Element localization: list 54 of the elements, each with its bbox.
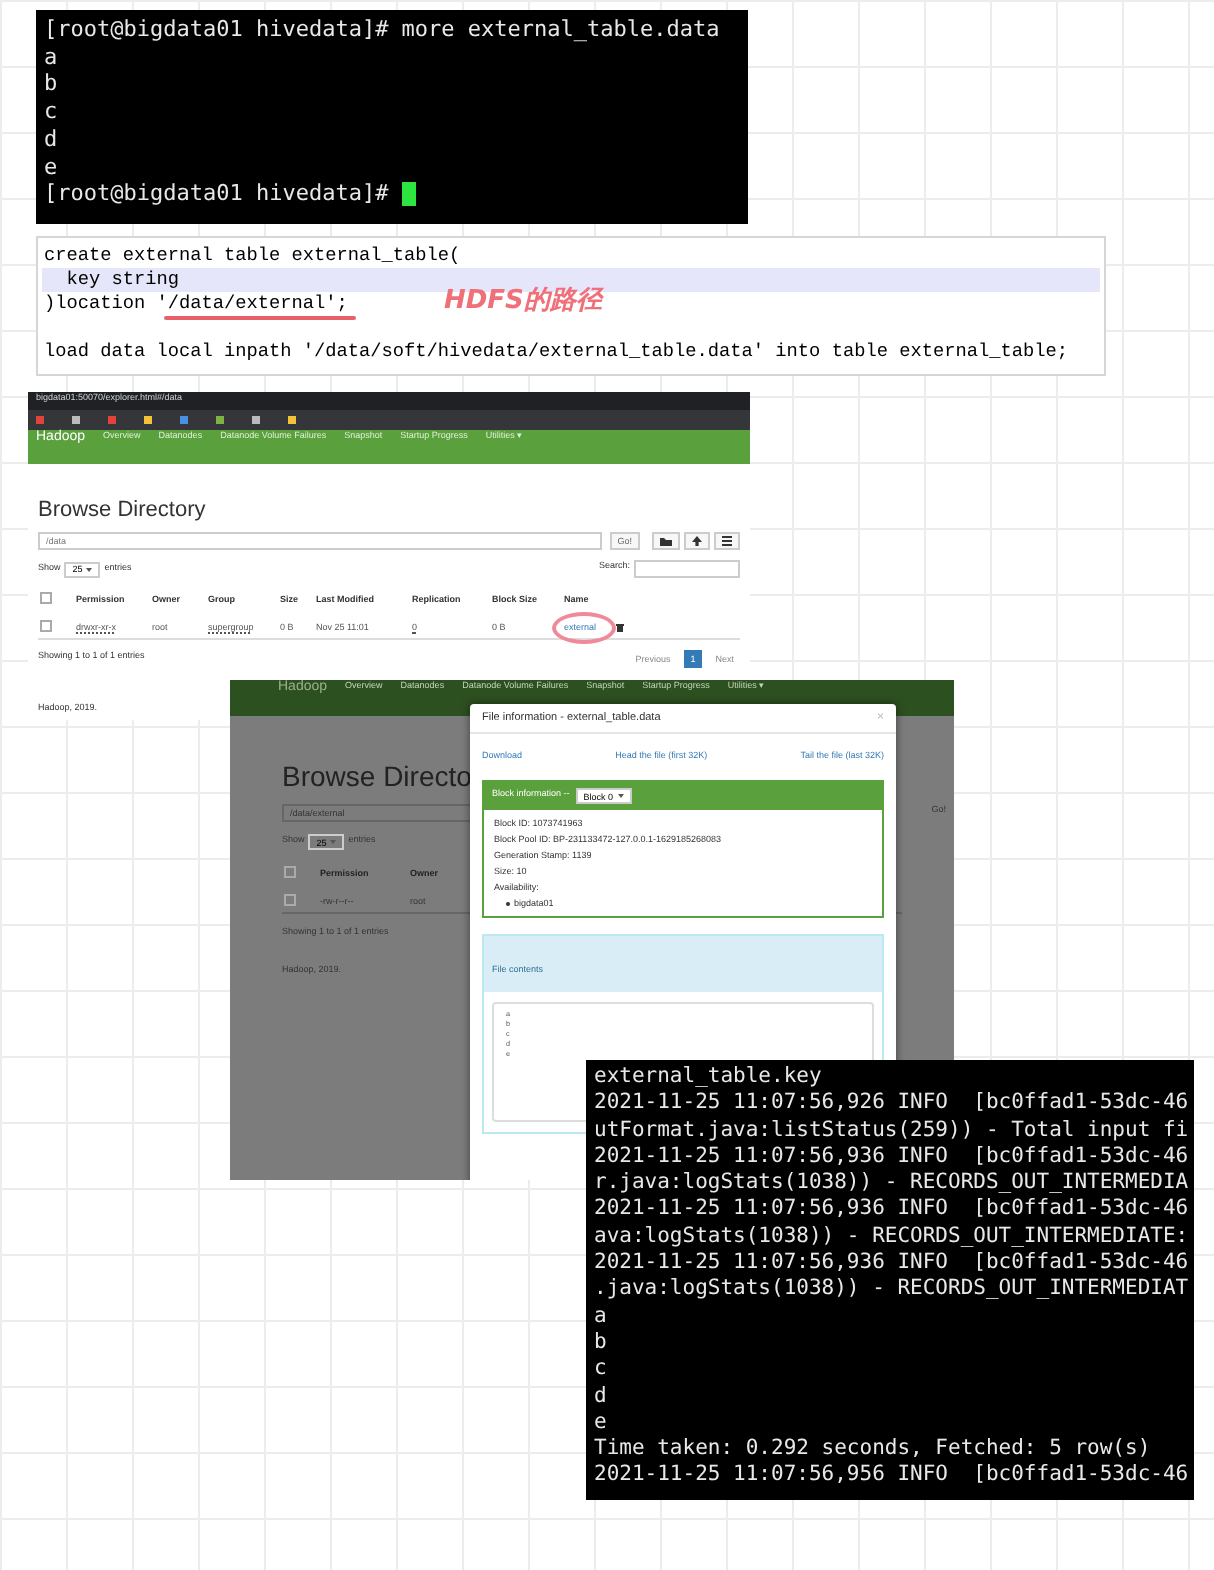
terminal-line: a bbox=[594, 1303, 607, 1330]
folder-button[interactable] bbox=[652, 532, 680, 550]
terminal-line: Time taken: 0.292 seconds, Fetched: 5 row(s) bbox=[594, 1436, 1151, 1463]
terminal-line: b bbox=[594, 1329, 607, 1357]
terminal-line: ava:logStats(1038)) - RECORDS_OUT_INTERMEDIATE: bbox=[594, 1223, 1189, 1251]
terminal-line: c bbox=[594, 1356, 607, 1384]
terminal-line: external_table.key bbox=[594, 1064, 822, 1091]
terminal-line: 2021-11-25 11:07:56,936 INFO [bc0ffad1-53dc-46 bbox=[594, 1250, 1189, 1277]
terminal-line: [root@bigdata01 hivedata]# more external_table.data bbox=[44, 16, 720, 44]
terminal-line: d bbox=[44, 125, 58, 154]
terminal-line: .java:logStats(1038)) - RECORDS_OUT_INTERMEDIAT bbox=[594, 1276, 1189, 1304]
circle-annotation bbox=[552, 612, 616, 644]
caret-icon bbox=[330, 840, 337, 844]
terminal-line: a bbox=[44, 43, 58, 71]
caret-icon bbox=[86, 567, 93, 571]
trash-icon[interactable] bbox=[616, 621, 624, 631]
terminal-line: d bbox=[594, 1383, 607, 1410]
folder-icon bbox=[660, 536, 672, 546]
search-field[interactable] bbox=[634, 560, 740, 578]
upload-button[interactable] bbox=[684, 532, 710, 550]
page-heading: Browse Directo bbox=[282, 760, 474, 792]
bookmark-icon[interactable] bbox=[72, 416, 80, 424]
terminal-line: utFormat.java:listStatus(259)) - Total input fi bbox=[594, 1117, 1189, 1144]
terminal-line: 2021-11-25 11:07:56,936 INFO [bc0ffad1-53dc-46 bbox=[594, 1196, 1189, 1224]
caret-icon bbox=[617, 794, 624, 798]
terminal-line: [root@bigdata01 hivedata]# bbox=[44, 180, 416, 208]
bookmark-icon[interactable] bbox=[216, 416, 224, 424]
code-line: key string bbox=[64, 270, 180, 290]
terminal-line: b bbox=[44, 70, 58, 99]
terminal-line: 2021-11-25 11:07:56,956 INFO [bc0ffad1-53dc-46 bbox=[594, 1462, 1189, 1490]
bookmark-icon[interactable] bbox=[108, 416, 116, 424]
bookmark-icon[interactable] bbox=[252, 416, 260, 424]
checkbox[interactable] bbox=[284, 866, 296, 878]
terminal-line: r.java:logStats(1038)) - RECORDS_OUT_INTERMEDIA bbox=[594, 1170, 1189, 1197]
code-line: create external table external_table( bbox=[44, 246, 461, 266]
code-line: )location '/data/external'; bbox=[44, 294, 348, 314]
upload-icon bbox=[692, 536, 702, 546]
checkbox[interactable] bbox=[40, 592, 52, 604]
cursor-icon bbox=[401, 182, 416, 207]
list-button[interactable] bbox=[714, 532, 740, 550]
checkbox[interactable] bbox=[284, 894, 296, 906]
bookmark-icon[interactable] bbox=[144, 416, 152, 424]
bookmark-icon[interactable] bbox=[288, 416, 296, 424]
bookmark-icon[interactable] bbox=[36, 416, 44, 424]
handwritten-annotation: HDFS的路径 bbox=[444, 284, 602, 318]
terminal-line: 2021-11-25 11:07:56,936 INFO [bc0ffad1-53dc-46 bbox=[594, 1143, 1189, 1171]
list-icon bbox=[722, 536, 732, 546]
code-line: load data local inpath '/data/soft/hivedata/external_table.data' into table external_table; bbox=[44, 342, 1068, 362]
terminal-line: c bbox=[44, 98, 58, 126]
bookmark-icon[interactable] bbox=[180, 416, 188, 424]
page-heading: Browse Directory bbox=[38, 498, 208, 522]
checkbox[interactable] bbox=[40, 620, 52, 632]
terminal-line: e bbox=[594, 1409, 607, 1437]
terminal-line: e bbox=[44, 153, 58, 181]
